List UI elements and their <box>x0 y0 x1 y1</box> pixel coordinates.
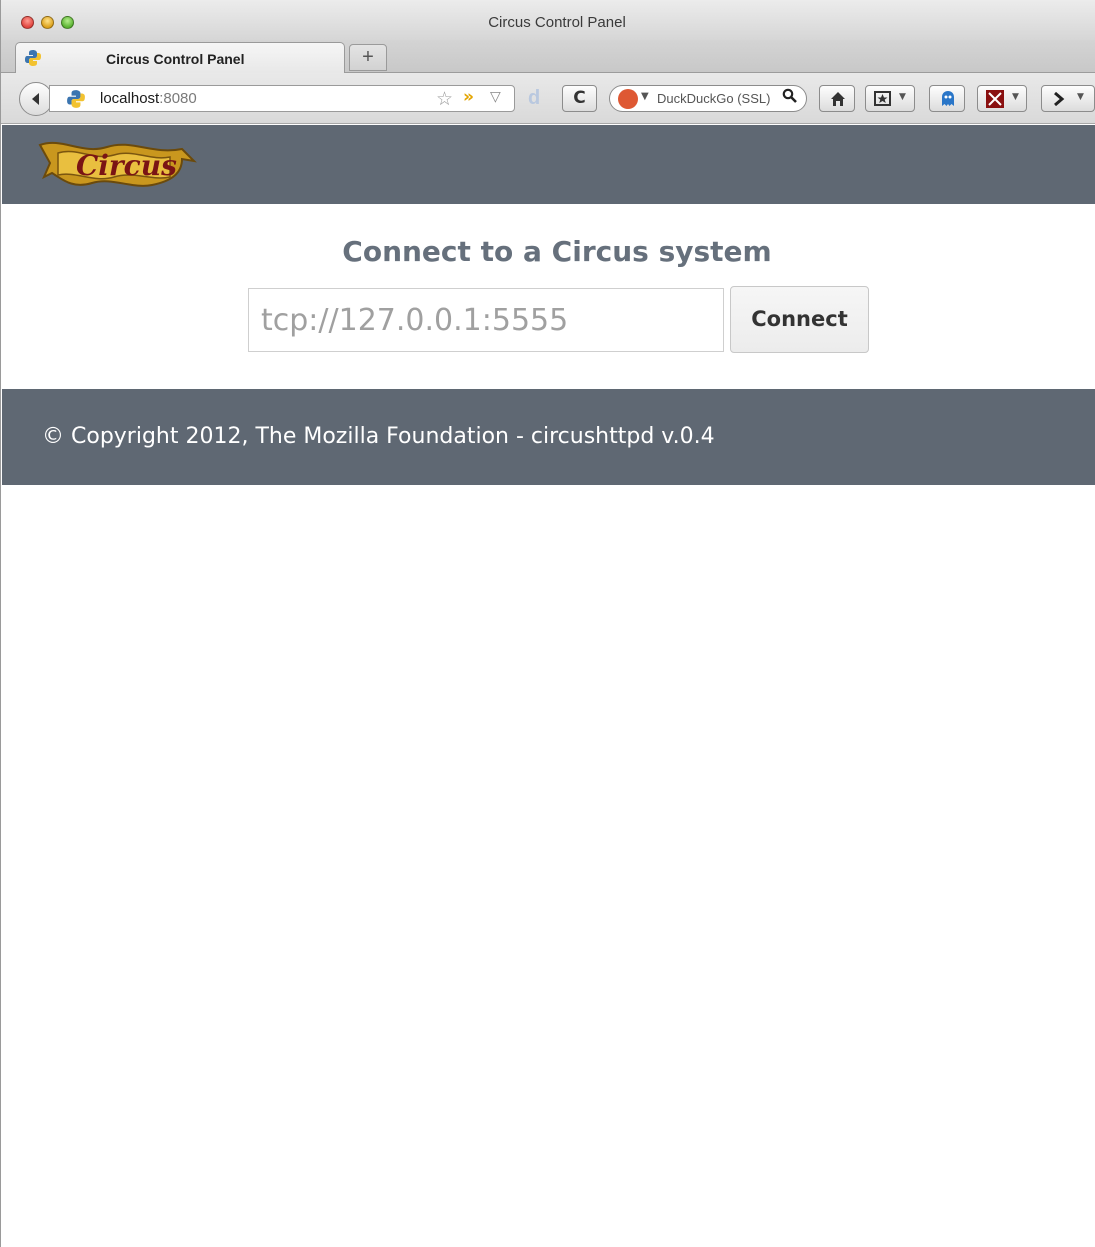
reload-button[interactable]: C <box>562 85 597 112</box>
site-footer: © Copyright 2012, The Mozilla Foundation… <box>2 389 1095 485</box>
navigation-toolbar: localhost:8080 ☆ » ▽ d C ▼ DuckDuckGo (S… <box>1 73 1095 124</box>
search-engine-dropdown-icon[interactable]: ▼ <box>641 91 649 102</box>
ghost-icon <box>942 91 954 106</box>
ddg-extension-icon[interactable]: d <box>528 87 542 109</box>
bookmarks-dropdown-icon: ▼ <box>899 92 906 102</box>
home-button[interactable] <box>819 85 855 112</box>
back-button[interactable] <box>19 82 53 116</box>
endpoint-input[interactable] <box>248 288 724 352</box>
tab-strip: Circus Control Panel + <box>1 40 1095 73</box>
new-tab-button[interactable]: + <box>349 44 387 71</box>
url-text: localhost:8080 <box>100 90 197 107</box>
connect-button[interactable]: Connect <box>730 286 869 353</box>
overflow-dropdown-icon: ▼ <box>1077 92 1084 102</box>
bookmarks-menu-button[interactable]: ▼ <box>865 85 915 112</box>
svg-text:Circus: Circus <box>76 149 177 182</box>
connect-heading: Connect to a Circus system <box>342 235 772 268</box>
search-placeholder: DuckDuckGo (SSL) <box>657 91 771 106</box>
duckduckgo-icon[interactable] <box>618 89 638 109</box>
python-favicon-icon <box>25 50 41 66</box>
addon-menu-button[interactable]: ▼ <box>977 85 1027 112</box>
fullscreen-addon-icon <box>986 90 1004 108</box>
search-icon[interactable] <box>782 88 798 104</box>
ghostery-button[interactable] <box>929 85 965 112</box>
chevron-right-icon <box>1054 92 1065 106</box>
home-icon <box>831 92 845 106</box>
url-history-dropdown-icon[interactable]: ▽ <box>490 89 501 105</box>
search-bar[interactable]: ▼ DuckDuckGo (SSL) <box>609 85 807 112</box>
site-header: Circus <box>2 125 1095 204</box>
addon-dropdown-icon: ▼ <box>1012 92 1019 102</box>
tab-circus-control-panel[interactable]: Circus Control Panel <box>15 42 345 73</box>
back-arrow-icon <box>32 93 39 105</box>
bookmark-star-icon[interactable]: ☆ <box>436 88 453 110</box>
url-bar[interactable]: localhost:8080 ☆ » ▽ <box>49 85 515 112</box>
tab-label: Circus Control Panel <box>106 51 245 67</box>
page-content: Circus Connect to a Circus system Connec… <box>2 125 1095 1247</box>
title-bar: Circus Control Panel <box>1 0 1095 40</box>
python-favicon-icon <box>67 90 85 108</box>
bookmarks-icon <box>874 91 891 106</box>
url-host: localhost <box>100 90 160 107</box>
browser-window: Circus Control Panel Circus Control Pane… <box>0 0 1095 1247</box>
toolbar-overflow-button[interactable]: ▼ <box>1041 85 1095 112</box>
rss-feed-icon[interactable]: » <box>463 87 474 107</box>
footer-copyright: © Copyright 2012, The Mozilla Foundation… <box>42 424 715 449</box>
circus-logo[interactable]: Circus <box>32 133 202 193</box>
url-port: :8080 <box>159 90 197 107</box>
window-title: Circus Control Panel <box>488 14 626 31</box>
